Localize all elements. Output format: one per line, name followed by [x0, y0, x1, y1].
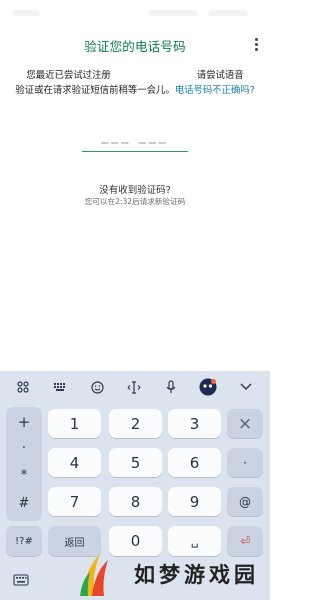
desc-line2: 验证或在请求验证短信前稍等一会儿。	[15, 85, 175, 96]
key-5[interactable]: 5	[109, 448, 162, 477]
page-title: 验证您的电话号码	[84, 39, 186, 54]
symbol-dot[interactable]: ·	[6, 441, 42, 456]
symbol-hash[interactable]: #	[6, 496, 42, 511]
mic-icon[interactable]	[162, 378, 180, 396]
app-header: 验证您的电话号码	[0, 28, 270, 62]
code-placeholder: ___ ___	[101, 128, 169, 144]
symbol-plus[interactable]: +	[6, 413, 42, 431]
no-code-title: 没有收到验证码?	[99, 185, 171, 196]
at-key[interactable]: @	[227, 487, 263, 516]
verification-code-input[interactable]: ___ ___	[82, 128, 188, 152]
chevron-down-icon[interactable]	[237, 378, 255, 396]
key-6[interactable]: 6	[168, 448, 221, 477]
desc-line1-suffix: 请尝试语音	[196, 70, 244, 81]
emoji-icon[interactable]	[88, 378, 106, 396]
cursor-icon[interactable]	[125, 378, 143, 396]
key-4[interactable]: 4	[48, 448, 101, 477]
wrong-number-link[interactable]: 电话号码不正确吗?	[175, 85, 255, 96]
game-icon[interactable]	[197, 376, 219, 398]
symbol-star[interactable]: *	[6, 468, 42, 483]
verification-description: 您最近已尝试过注册 请尝试语音 验证或在请求验证短信前稍等一会儿。电话号码不正确吗…	[14, 68, 256, 98]
key-7[interactable]: 7	[48, 487, 101, 516]
backspace-key[interactable]: ×	[227, 409, 263, 438]
keyboard-toolbar	[0, 371, 270, 402]
keyboard-switch-icon[interactable]	[10, 569, 32, 591]
key-8[interactable]: 8	[109, 487, 162, 516]
grid-icon[interactable]	[14, 378, 32, 396]
key-9[interactable]: 9	[168, 487, 221, 516]
watermark: 如梦游戏园	[70, 548, 270, 600]
screen: 验证您的电话号码 您最近已尝试过注册 请尝试语音 验证或在请求验证短信前稍等一会儿…	[0, 0, 270, 600]
key-3[interactable]: 3	[168, 409, 221, 438]
resend-countdown: 您可以在2:32后请求新验证码	[84, 197, 186, 206]
watermark-text: 如梦游戏园	[134, 563, 259, 587]
symbol-column[interactable]: + · * #	[6, 407, 42, 521]
desc-line1-prefix: 您最近已尝试过注册	[26, 70, 111, 81]
key-1[interactable]: 1	[48, 409, 101, 438]
keyboard-icon[interactable]	[51, 378, 69, 396]
more-vert-icon[interactable]	[250, 36, 262, 54]
dot-key[interactable]: ·	[227, 448, 263, 477]
status-bar	[0, 0, 270, 22]
key-2[interactable]: 2	[109, 409, 162, 438]
watermark-logo-icon	[80, 554, 108, 596]
symbols-switch-key[interactable]: !?#	[6, 526, 42, 556]
